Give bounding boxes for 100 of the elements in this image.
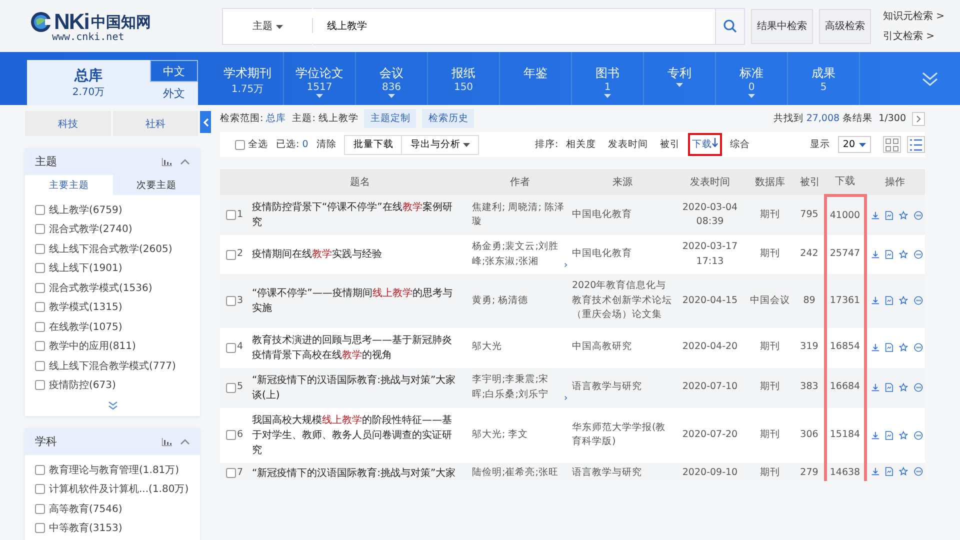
star-icon[interactable] (899, 342, 908, 353)
filter-option[interactable]: 教学中的应用(811) (49, 339, 136, 354)
filter-option[interactable]: 混合式教学模式(1536) (49, 280, 152, 295)
document-icon[interactable] (885, 342, 894, 353)
checkbox[interactable] (35, 263, 45, 274)
column-header[interactable]: 数据库 (745, 169, 795, 195)
category-tab[interactable]: 会议 836 (356, 52, 428, 105)
quote-icon[interactable] (914, 295, 923, 306)
checkbox[interactable] (35, 282, 45, 293)
sort-option[interactable]: 相关度 (562, 133, 600, 156)
checkbox[interactable] (35, 504, 45, 514)
search-button[interactable] (715, 8, 745, 44)
collapse-button[interactable] (200, 111, 211, 133)
download-icon[interactable] (870, 430, 880, 440)
document-icon[interactable] (885, 295, 894, 306)
header-link[interactable]: 知识元检索 > (883, 9, 945, 23)
checkbox[interactable] (35, 224, 45, 234)
checkbox[interactable] (235, 140, 245, 150)
expand-icon[interactable] (108, 401, 118, 410)
quote-icon[interactable] (914, 430, 923, 440)
checkbox[interactable] (35, 523, 45, 534)
scope-button[interactable]: 检索历史 (422, 109, 474, 128)
download-icon[interactable] (870, 382, 880, 393)
download-icon[interactable] (870, 466, 880, 476)
category-tab[interactable]: 标准 0 (716, 52, 788, 105)
batch-download-button[interactable]: 批量下载 (344, 134, 402, 154)
document-icon[interactable] (885, 210, 894, 220)
bar-chart-icon[interactable] (162, 438, 172, 446)
language-tab[interactable]: 中文 (150, 60, 198, 82)
quote-icon[interactable] (914, 466, 923, 476)
checkbox[interactable] (35, 484, 45, 494)
checkbox[interactable] (35, 341, 45, 352)
column-header[interactable]: 发表时间 (675, 169, 745, 195)
category-tab[interactable]: 报纸 150 (428, 52, 500, 105)
export-button[interactable]: 导出与分析 (401, 134, 480, 154)
checkbox[interactable] (226, 430, 236, 440)
view-toggle[interactable] (907, 136, 926, 153)
sort-option[interactable]: 被引 (656, 133, 684, 156)
chevron-up-icon[interactable] (180, 438, 190, 444)
column-header[interactable]: 被引 (795, 169, 825, 195)
quote-icon[interactable] (914, 249, 923, 260)
column-header[interactable]: 题名 (250, 169, 470, 195)
checkbox[interactable] (226, 210, 236, 220)
star-icon[interactable] (899, 249, 908, 260)
category-tab[interactable]: 年鉴 (500, 52, 572, 105)
download-icon[interactable] (870, 342, 880, 353)
column-header[interactable]: 来源 (570, 169, 675, 195)
filter-option[interactable]: 中等教育(3153) (49, 521, 122, 536)
star-icon[interactable] (899, 430, 908, 440)
document-icon[interactable] (885, 249, 894, 260)
checkbox[interactable] (35, 204, 45, 215)
search-option-button[interactable]: 高级检索 (819, 8, 871, 44)
checkbox[interactable] (226, 250, 236, 260)
chevron-down-icon[interactable] (921, 70, 939, 88)
star-icon[interactable] (899, 295, 908, 306)
checkbox[interactable] (226, 382, 236, 392)
chevron-right-icon[interactable] (564, 261, 568, 269)
column-header[interactable]: 作者 (470, 169, 570, 195)
sort-option[interactable]: 下载 (688, 133, 722, 156)
category-tab[interactable]: 图书 1 (572, 52, 644, 105)
article-title-link[interactable]: 疫情期间在线教学实践与经验 (252, 247, 460, 262)
quote-icon[interactable] (914, 382, 923, 393)
checkbox[interactable] (35, 302, 45, 312)
filter-option[interactable]: 线上线下(1901) (49, 261, 122, 276)
filter-option[interactable]: 线上教学(6759) (49, 202, 122, 217)
column-header[interactable]: 下载 (825, 169, 865, 195)
chevron-up-icon[interactable] (180, 158, 190, 164)
checkbox[interactable] (226, 342, 236, 352)
category-tab[interactable]: 成果 5 (788, 52, 860, 105)
category-tab[interactable]: 学术期刊 1.75万 (212, 52, 284, 105)
next-page-button[interactable] (912, 112, 925, 126)
sidebar-tab[interactable]: 社科 (112, 111, 198, 136)
checkbox[interactable] (35, 244, 45, 254)
star-icon[interactable] (899, 210, 908, 220)
header-link[interactable]: 引文检索 > (883, 29, 945, 43)
bar-chart-icon[interactable] (162, 158, 172, 166)
quote-icon[interactable] (914, 342, 923, 353)
chevron-right-icon[interactable] (564, 394, 568, 402)
checkbox[interactable] (35, 464, 45, 475)
quote-icon[interactable] (914, 210, 923, 220)
category-tab[interactable]: 学位论文 1517 (284, 52, 356, 105)
checkbox[interactable] (35, 380, 45, 390)
star-icon[interactable] (899, 466, 908, 476)
filter-option[interactable]: 疫情防控(673) (49, 378, 116, 392)
filter-option[interactable]: 教学模式(1315) (49, 300, 122, 314)
sidebar-tab[interactable]: 科技 (25, 111, 110, 136)
sub-tab[interactable]: 次要主题 (112, 175, 200, 195)
search-option-button[interactable]: 结果中检索 (751, 8, 813, 44)
checkbox[interactable] (35, 360, 45, 371)
checkbox[interactable] (226, 296, 236, 306)
sort-option[interactable]: 发表时间 (604, 133, 652, 156)
filter-option[interactable]: 在线教学(1075) (49, 320, 122, 334)
filter-option[interactable]: 线上线下混合式教学(2605) (49, 242, 172, 256)
filter-option[interactable]: 线上线下混合教学模式(777) (49, 358, 176, 373)
language-tab[interactable]: 外文 (150, 82, 198, 105)
filter-option[interactable]: 计算机软件及计算机...(1.80万) (49, 482, 189, 496)
checkbox[interactable] (35, 322, 45, 332)
field-dropdown[interactable]: 主题 (222, 8, 312, 44)
scope-button[interactable]: 主题定制 (364, 109, 416, 128)
document-icon[interactable] (885, 382, 894, 393)
